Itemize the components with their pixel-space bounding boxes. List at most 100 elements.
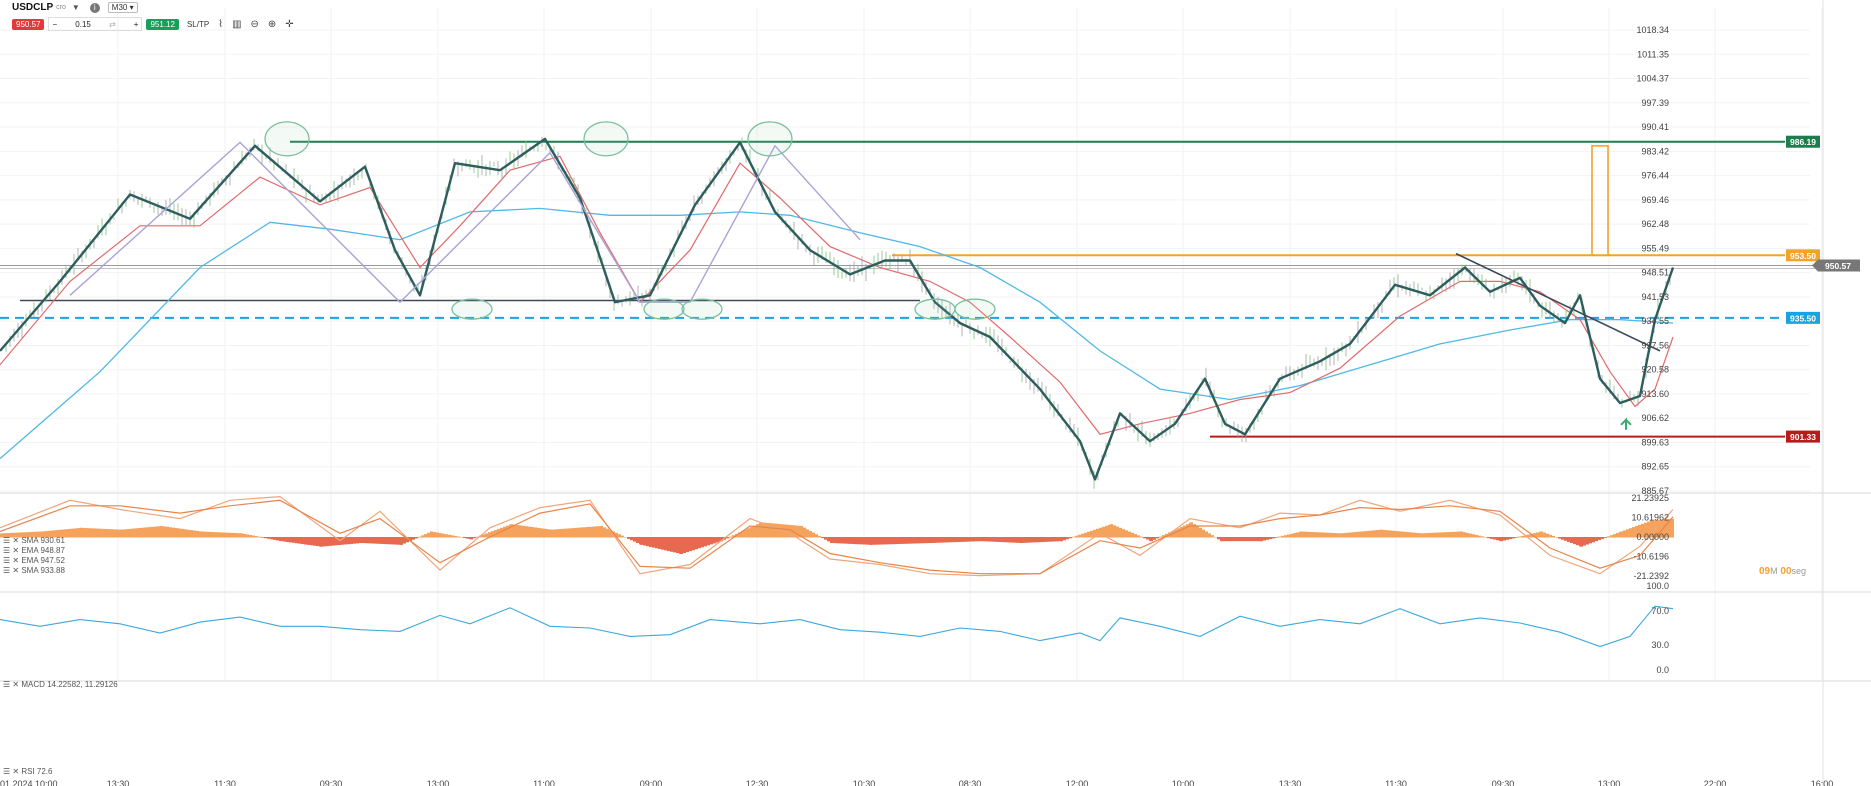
sltp-button[interactable]: SL/TP bbox=[187, 20, 209, 29]
macd-histogram-bar bbox=[879, 537, 882, 545]
main-legend-item[interactable]: ☰ ✕ EMA 948.87 bbox=[3, 546, 65, 556]
symbol-dropdown-icon[interactable]: ▼ bbox=[72, 3, 80, 12]
macd-histogram-bar bbox=[1238, 537, 1241, 542]
timer-minutes-unit: M bbox=[1770, 566, 1778, 576]
pattern-circle[interactable] bbox=[747, 121, 793, 157]
rsi-line bbox=[0, 605, 1674, 648]
macd-pane[interactable] bbox=[0, 495, 1674, 577]
macd-histogram-bar bbox=[1143, 537, 1146, 539]
macd-histogram-bar bbox=[221, 532, 224, 538]
sell-price-button[interactable]: 950.57 bbox=[12, 18, 45, 30]
macd-histogram-bar bbox=[1604, 537, 1607, 538]
price-axis[interactable]: 1018.34 1011.35 1004.37 997.39 990.41 983.42 9… bbox=[1631, 25, 1860, 675]
macd-histogram-bar bbox=[243, 533, 246, 538]
quantity-value[interactable]: 0.15 bbox=[72, 20, 94, 29]
macd-histogram-bar bbox=[1290, 533, 1293, 538]
main-legend-item[interactable]: ☰ ✕ SMA 933.88 bbox=[3, 566, 65, 576]
macd-histogram-bar bbox=[1312, 532, 1315, 538]
timer-seconds: 00 bbox=[1780, 566, 1792, 577]
buy-price-button[interactable]: 951.12 bbox=[146, 18, 179, 30]
rsi-legend: ☰ ✕ RSI 72.6 bbox=[3, 767, 52, 777]
symbol-name[interactable]: USDCLP bbox=[12, 2, 53, 13]
macd-histogram-bar bbox=[692, 537, 695, 551]
time-axis-tick: 11:00 bbox=[533, 779, 555, 786]
target-box[interactable] bbox=[1591, 145, 1609, 257]
macd-histogram-bar bbox=[295, 537, 298, 544]
macd-legend-icon[interactable]: ☰ ✕ bbox=[3, 680, 21, 689]
plus-icon[interactable]: + bbox=[131, 20, 142, 29]
main-legend-item[interactable]: ☰ ✕ EMA 947.52 bbox=[3, 556, 65, 566]
macd-histogram-bar bbox=[894, 537, 897, 545]
info-icon[interactable]: i bbox=[89, 2, 100, 13]
macd-histogram-bar bbox=[1010, 537, 1013, 543]
macd-histogram-bar bbox=[1075, 535, 1078, 538]
macd-histogram-bar bbox=[882, 537, 885, 545]
pattern-circle[interactable] bbox=[583, 121, 629, 157]
macd-histogram-bar bbox=[270, 537, 273, 540]
macd-histogram-bar bbox=[200, 531, 203, 538]
macd-histogram-bar bbox=[153, 526, 156, 538]
macd-histogram-bar bbox=[1463, 532, 1466, 538]
macd-histogram-bar bbox=[1250, 537, 1253, 542]
time-axis-tick: 09:30 bbox=[320, 779, 343, 786]
price-chart[interactable]: 1018.34 1011.35 1004.37 997.39 990.41 983.42 9… bbox=[0, 0, 1871, 786]
macd-histogram-bar bbox=[1413, 532, 1416, 538]
macd-histogram-bar bbox=[1383, 529, 1386, 538]
macd-histogram-bar bbox=[753, 525, 756, 538]
rsi-pane[interactable] bbox=[0, 605, 1674, 648]
symbol-row: USDCLP cro ▼ i M30 ▾ bbox=[12, 2, 138, 13]
macd-histogram-bar bbox=[1196, 525, 1199, 538]
macd-histogram-bar bbox=[969, 537, 972, 542]
time-axis-tick: 08:30 bbox=[959, 779, 982, 786]
macd-histogram-bar bbox=[1361, 531, 1364, 538]
macd-histogram-bar bbox=[473, 537, 476, 539]
minus-icon[interactable]: − bbox=[49, 20, 60, 29]
candle-timer: 09M 00seg bbox=[1759, 566, 1806, 577]
macd-histogram-bar bbox=[927, 537, 930, 544]
macd-histogram-bar bbox=[70, 528, 73, 538]
macd-histogram-bar bbox=[1521, 535, 1524, 538]
macd-histogram-bar bbox=[1509, 537, 1512, 540]
zigzag-pattern[interactable] bbox=[69, 141, 861, 304]
timeframe-select[interactable]: M30 ▾ bbox=[107, 2, 138, 13]
macd-histogram-bar bbox=[1330, 532, 1333, 538]
pattern-circle[interactable] bbox=[451, 298, 493, 320]
macd-histogram-bar bbox=[998, 537, 1001, 542]
pattern-circle[interactable] bbox=[264, 121, 310, 157]
time-axis-tick: 13:30 bbox=[107, 779, 130, 786]
macd-histogram-bar bbox=[1205, 531, 1208, 538]
main-legend-item[interactable]: ☰ ✕ SMA 930.61 bbox=[3, 536, 65, 546]
macd-histogram-bar bbox=[156, 526, 159, 538]
indicator-icon[interactable]: ⌇ bbox=[218, 19, 223, 30]
pattern-circle[interactable] bbox=[914, 298, 956, 320]
macd-histogram-bar bbox=[848, 537, 851, 544]
rsi-legend-icon[interactable]: ☰ ✕ bbox=[3, 767, 21, 776]
price-axis-tick: 983.42 bbox=[1641, 146, 1669, 156]
macd-histogram-bar bbox=[1241, 537, 1244, 542]
macd-histogram-bar bbox=[255, 536, 258, 538]
macd-histogram-bar bbox=[975, 537, 978, 542]
macd-histogram-bar bbox=[323, 537, 326, 547]
time-axis[interactable]: 01.2024 10:00 13:30 11:30 09:30 13:00 11:00 09… bbox=[0, 779, 1833, 786]
macd-histogram-bar bbox=[540, 528, 543, 538]
zoom-in-icon[interactable]: ⊕ bbox=[268, 19, 276, 30]
pattern-circle[interactable] bbox=[643, 298, 685, 320]
macd-histogram-bar bbox=[286, 537, 289, 542]
main-pane[interactable] bbox=[0, 121, 1820, 489]
macd-histogram-bar bbox=[316, 537, 319, 547]
crosshair-icon[interactable]: ✛ bbox=[285, 19, 293, 30]
macd-histogram-bar bbox=[1469, 533, 1472, 538]
macd-histogram-bar bbox=[1016, 537, 1019, 543]
chart-type-icon[interactable]: ▥ bbox=[232, 19, 241, 30]
pattern-circle[interactable] bbox=[681, 298, 723, 320]
swap-icon[interactable]: ⇄ bbox=[106, 20, 119, 29]
macd-histogram-bar bbox=[924, 537, 927, 544]
macd-histogram-bar bbox=[264, 537, 267, 539]
macd-histogram-bar bbox=[1150, 537, 1153, 542]
macd-histogram-bar bbox=[565, 528, 568, 538]
quantity-stepper[interactable]: − 0.15 ⇄ + bbox=[48, 17, 143, 31]
pattern-circle[interactable] bbox=[954, 298, 996, 320]
zoom-out-icon[interactable]: ⊖ bbox=[251, 19, 259, 30]
macd-histogram-bar bbox=[1416, 532, 1419, 538]
macd-histogram-bar bbox=[1549, 534, 1552, 538]
